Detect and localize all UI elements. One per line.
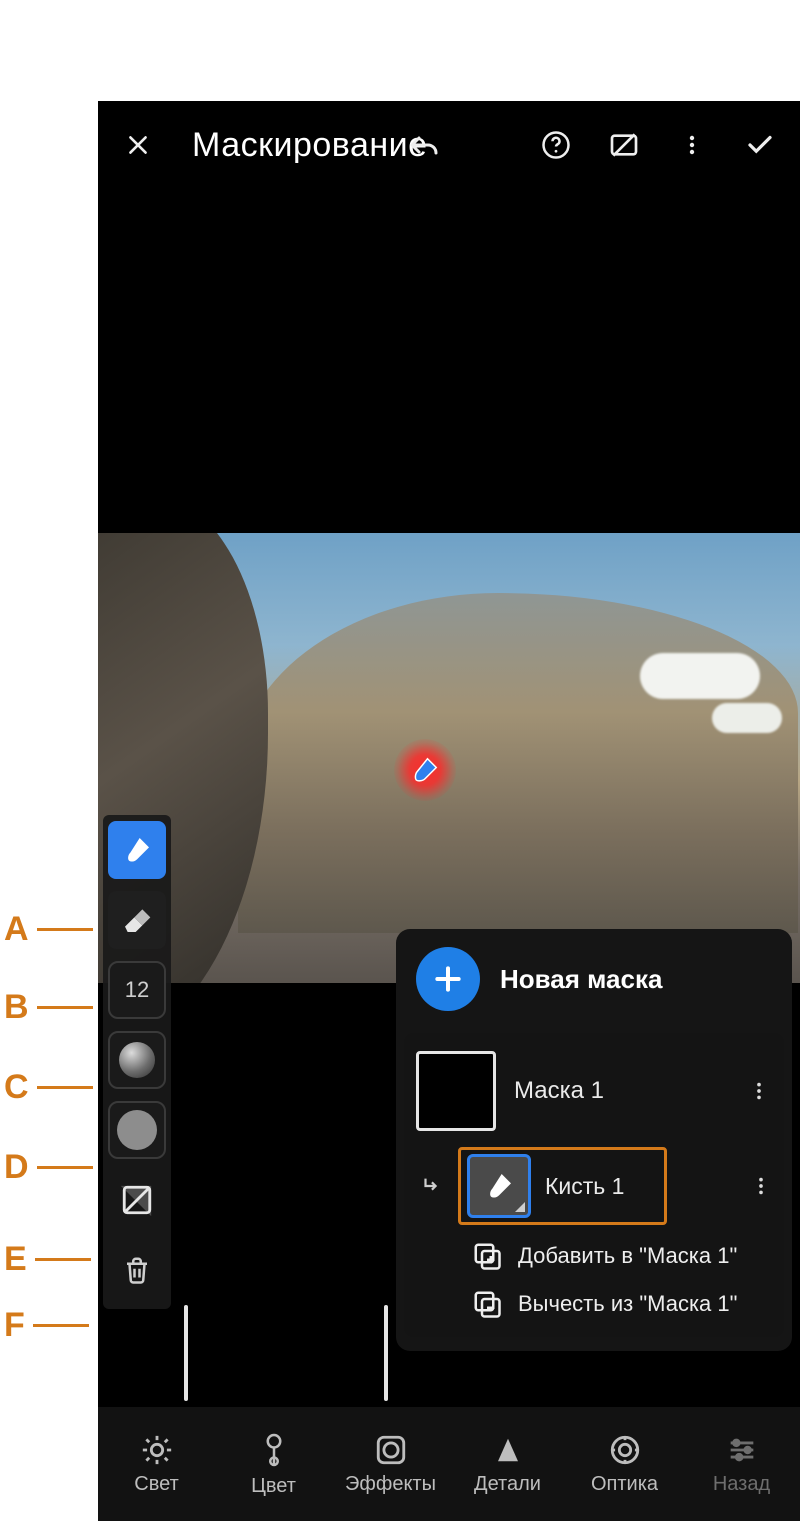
component-label: Кисть 1 — [545, 1173, 624, 1200]
indent-arrow-icon — [420, 1175, 442, 1197]
help-icon — [541, 130, 571, 160]
mask-thumbnail — [416, 1051, 496, 1131]
nav-light[interactable]: Свет — [98, 1433, 215, 1496]
annotation-c: C — [4, 1068, 93, 1107]
add-layer-icon — [472, 1241, 502, 1271]
mask-component-item[interactable]: Кисть 1 — [458, 1147, 667, 1225]
subtract-from-mask-button[interactable]: Вычесть из "Маска 1" — [408, 1279, 780, 1327]
brush-toolbar: 12 — [103, 815, 171, 1309]
nav-effects-label: Эффекты — [345, 1473, 436, 1496]
more-button[interactable] — [670, 123, 714, 167]
nav-back[interactable]: Назад — [683, 1433, 800, 1496]
nav-detail-label: Детали — [474, 1473, 541, 1496]
mask-item-label: Маска 1 — [514, 1077, 728, 1105]
component-thumbnail — [467, 1154, 531, 1218]
subtract-from-mask-label: Вычесть из "Маска 1" — [518, 1291, 737, 1317]
slider-tick — [184, 1305, 188, 1401]
close-button[interactable] — [116, 123, 160, 167]
confirm-button[interactable] — [738, 123, 782, 167]
brush-size-button[interactable]: 12 — [108, 961, 166, 1019]
brush-feather-button[interactable] — [108, 1031, 166, 1089]
annotation-c-label: C — [4, 1068, 29, 1107]
subtract-layer-icon — [472, 1289, 502, 1319]
effects-icon — [374, 1433, 408, 1467]
paint-tool[interactable] — [108, 821, 166, 879]
mask-component-row: Кисть 1 — [408, 1141, 780, 1231]
optics-icon — [608, 1433, 642, 1467]
kebab-icon — [680, 133, 704, 157]
add-to-mask-label: Добавить в "Маска 1" — [518, 1243, 737, 1269]
annotation-a-label: A — [4, 910, 29, 949]
toggle-preview-button[interactable] — [602, 123, 646, 167]
no-preview-icon — [608, 129, 640, 161]
mask-item-more-button[interactable] — [746, 1071, 772, 1111]
app-title: Маскирование — [192, 126, 428, 165]
check-icon — [745, 130, 775, 160]
flow-icon — [117, 1110, 157, 1150]
nav-optics-label: Оптика — [591, 1473, 658, 1496]
add-to-mask-button[interactable]: Добавить в "Маска 1" — [408, 1231, 780, 1279]
mask-list: Маска 1 Кисть 1 Добавить — [404, 1033, 784, 1337]
cloud-shape — [712, 703, 782, 733]
app-bar: Маскирование — [98, 101, 800, 189]
kebab-icon — [750, 1175, 772, 1197]
trash-icon — [122, 1255, 152, 1285]
kebab-icon — [748, 1080, 770, 1102]
app-screen: Маскирование — [98, 101, 800, 1521]
mountain-shape — [238, 593, 798, 933]
brush-size-value: 12 — [125, 977, 149, 1003]
brush-icon — [410, 755, 440, 785]
masks-panel: Новая маска Маска 1 Кисть 1 — [396, 929, 792, 1351]
annotation-f: F — [4, 1306, 89, 1345]
brush-icon — [121, 834, 153, 866]
new-mask-label: Новая маска — [500, 964, 662, 995]
nav-detail[interactable]: Детали — [449, 1433, 566, 1496]
annotation-e-label: E — [4, 1240, 27, 1279]
delete-mask-button[interactable] — [108, 1241, 166, 1299]
annotation-f-label: F — [4, 1306, 25, 1345]
component-more-button[interactable] — [748, 1166, 774, 1206]
light-icon — [140, 1433, 174, 1467]
erase-tool[interactable] — [108, 891, 166, 949]
color-icon — [259, 1431, 289, 1469]
cloud-shape — [640, 653, 760, 699]
nav-back-label: Назад — [713, 1473, 770, 1496]
undo-icon — [404, 131, 444, 159]
nav-optics[interactable]: Оптика — [566, 1433, 683, 1496]
annotation-a: A — [4, 910, 93, 949]
annotation-e: E — [4, 1240, 91, 1279]
image-canvas[interactable] — [98, 533, 800, 983]
sliders-icon — [725, 1433, 759, 1467]
nav-color-label: Цвет — [251, 1475, 296, 1498]
annotation-b-label: B — [4, 988, 29, 1027]
nav-color[interactable]: Цвет — [215, 1431, 332, 1498]
annotation-b: B — [4, 988, 93, 1027]
eraser-icon — [121, 904, 153, 936]
close-icon — [125, 132, 151, 158]
new-mask-button[interactable] — [416, 947, 480, 1011]
invert-mask-button[interactable] — [108, 1171, 166, 1229]
mask-brush-marker[interactable] — [394, 739, 456, 801]
undo-button[interactable] — [402, 123, 446, 167]
bottom-nav: Свет Цвет Эффекты Детали Оптика Назад — [98, 1407, 800, 1521]
nav-light-label: Свет — [134, 1473, 178, 1496]
mask-item[interactable]: Маска 1 — [408, 1041, 780, 1141]
nav-effects[interactable]: Эффекты — [332, 1433, 449, 1496]
slider-tick — [384, 1305, 388, 1401]
brush-icon — [483, 1170, 515, 1202]
annotation-d-label: D — [4, 1148, 29, 1187]
brush-flow-button[interactable] — [108, 1101, 166, 1159]
invert-icon — [120, 1183, 154, 1217]
help-button[interactable] — [534, 123, 578, 167]
annotation-d: D — [4, 1148, 93, 1187]
feather-icon — [119, 1042, 155, 1078]
plus-icon — [432, 963, 464, 995]
detail-icon — [493, 1433, 523, 1467]
